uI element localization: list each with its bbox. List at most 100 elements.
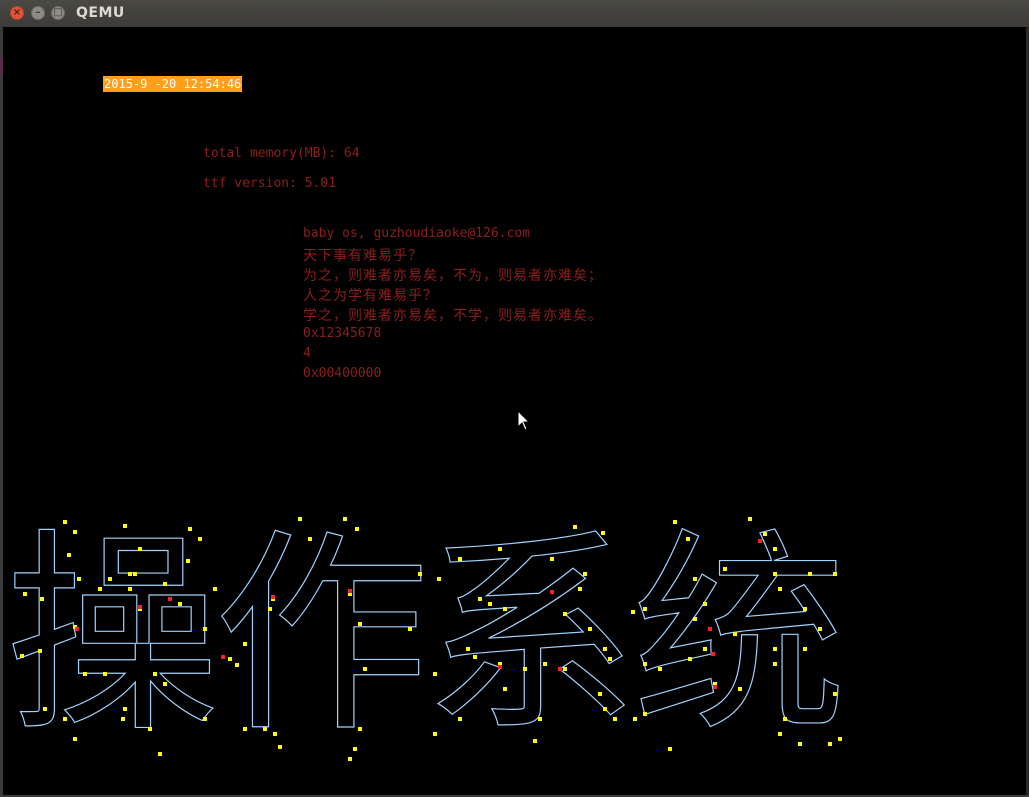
control-point [188, 527, 192, 531]
control-point [573, 525, 577, 529]
control-point [488, 602, 492, 606]
close-window-button[interactable]: × [10, 6, 24, 20]
control-point [643, 607, 647, 611]
on-curve-point [711, 652, 715, 656]
control-point [158, 752, 162, 756]
control-point [773, 547, 777, 551]
control-point [128, 572, 132, 576]
on-curve-point [558, 667, 562, 671]
control-point [408, 627, 412, 631]
control-point [213, 587, 217, 591]
on-curve-point [550, 590, 554, 594]
control-point [608, 657, 612, 661]
control-point [673, 520, 677, 524]
on-curve-point [758, 539, 762, 543]
control-point [601, 531, 605, 535]
control-point [263, 727, 267, 731]
control-point [73, 530, 77, 534]
minimize-icon: – [35, 7, 41, 18]
on-curve-point [348, 589, 352, 593]
control-point [63, 717, 67, 721]
control-point [668, 747, 672, 751]
control-point [235, 663, 239, 667]
control-point [98, 587, 102, 591]
control-point [153, 672, 157, 676]
control-point [818, 627, 822, 631]
control-point [203, 717, 207, 721]
control-point [20, 654, 24, 658]
control-point [138, 547, 142, 551]
on-curve-point [75, 627, 79, 631]
control-point [643, 662, 647, 666]
control-point [358, 727, 362, 731]
control-point [433, 732, 437, 736]
control-point [437, 577, 441, 581]
control-point [103, 672, 107, 676]
control-point [268, 607, 272, 611]
control-point [228, 657, 232, 661]
control-point [148, 727, 152, 731]
control-point [703, 602, 707, 606]
control-point [838, 737, 842, 741]
control-point [433, 672, 437, 676]
control-point [186, 559, 190, 563]
control-point [658, 667, 662, 671]
mouse-pointer-icon [517, 410, 531, 431]
control-point [243, 642, 247, 646]
control-point [23, 592, 27, 596]
control-point [163, 582, 167, 586]
control-point [123, 707, 127, 711]
control-point [583, 572, 587, 576]
control-point [598, 692, 602, 696]
control-point [543, 662, 547, 666]
control-point [278, 745, 282, 749]
control-point [803, 607, 807, 611]
control-point [631, 610, 635, 614]
on-curve-point [713, 685, 717, 689]
control-point [243, 727, 247, 731]
control-point [163, 682, 167, 686]
control-point [77, 577, 81, 581]
control-point [533, 739, 537, 743]
control-point [358, 622, 362, 626]
control-point [121, 717, 125, 721]
control-point [123, 524, 127, 528]
control-point [733, 632, 737, 636]
control-point [563, 612, 567, 616]
control-point [503, 687, 507, 691]
control-point [738, 687, 742, 691]
on-curve-point [221, 655, 225, 659]
control-point [563, 667, 567, 671]
on-curve-point [708, 627, 712, 631]
control-point [133, 572, 137, 576]
control-point [478, 597, 482, 601]
maximize-window-button[interactable]: □ [51, 6, 65, 20]
control-point [783, 717, 787, 721]
control-point [778, 587, 782, 591]
control-point [418, 572, 422, 576]
control-point [773, 647, 777, 651]
control-point [498, 547, 502, 551]
control-point [523, 667, 527, 671]
minimize-window-button[interactable]: – [31, 6, 45, 20]
control-point [703, 647, 707, 651]
control-point [798, 742, 802, 746]
window-titlebar[interactable]: × – □ QEMU [0, 0, 1029, 28]
control-point [198, 537, 202, 541]
control-point [603, 707, 607, 711]
on-curve-point [498, 665, 502, 669]
control-point [458, 717, 462, 721]
on-curve-point [168, 597, 172, 601]
control-point [63, 520, 67, 524]
control-point [613, 717, 617, 721]
vm-screen[interactable]: 2015-9 -20 12:54:46 total memory(MB): 64… [3, 27, 1026, 795]
control-point [503, 607, 507, 611]
control-point [40, 597, 44, 601]
control-point [38, 649, 42, 653]
on-curve-point [271, 595, 275, 599]
control-point [308, 537, 312, 541]
control-point [108, 577, 112, 581]
control-point [688, 657, 692, 661]
control-point [538, 717, 542, 721]
control-point [273, 732, 277, 736]
